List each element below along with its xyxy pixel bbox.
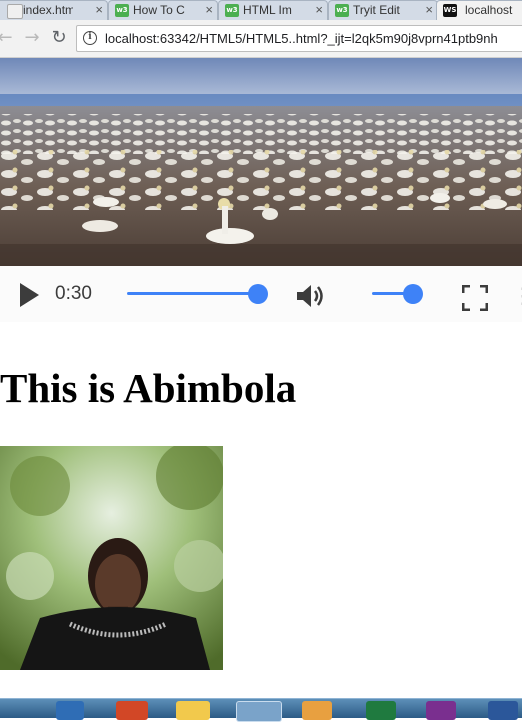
current-time: 0:30 [55,283,92,304]
volume-icon[interactable] [295,283,329,309]
close-icon[interactable]: × [425,2,433,18]
back-icon[interactable]: ← [0,27,16,49]
app-icon[interactable] [302,701,332,720]
webstorm-icon: WS [443,4,457,17]
w3schools-icon: w3 [115,4,129,17]
tab-label: Tryit Edit [353,3,400,17]
taskbar [0,698,522,722]
ie-icon[interactable] [56,701,84,720]
reload-icon[interactable]: ↻ [48,27,70,49]
seek-thumb[interactable] [247,284,268,304]
w3schools-icon: w3 [225,4,239,17]
chrome-icon[interactable] [236,701,282,722]
tab-strip: index.htm × w3 How To C × w3 HTML Im × w… [0,0,522,20]
close-icon[interactable]: × [95,2,103,18]
more-options-icon[interactable]: ⋮ [512,283,522,309]
close-icon[interactable]: × [205,2,213,18]
volume-thumb[interactable] [402,284,423,304]
tab-label: index.htm [23,3,73,17]
file-explorer-icon[interactable] [176,701,210,720]
seek-bar[interactable] [127,292,258,295]
browser-toolbar: ← → ↻ i localhost:63342/HTML5/HTML5..htm… [0,20,522,58]
video-frame[interactable] [0,58,522,266]
tab-how-to[interactable]: w3 How To C × [108,0,218,20]
play-icon[interactable] [20,283,39,307]
tab-localhost[interactable]: WS localhost [436,0,522,20]
tab-html-images[interactable]: w3 HTML Im × [218,0,328,20]
address-bar[interactable]: i localhost:63342/HTML5/HTML5..html?_ijt… [76,25,522,52]
tab-label: HTML Im [243,3,292,17]
forward-icon[interactable]: → [21,27,43,49]
w3schools-icon: w3 [335,4,349,17]
tab-index[interactable]: index.htm × [0,0,108,20]
tab-label: localhost [465,3,513,17]
tab-label: How To C [133,3,185,17]
word-icon[interactable] [488,701,518,720]
info-icon[interactable]: i [83,31,97,45]
close-icon[interactable]: × [315,2,323,18]
fullscreen-icon[interactable] [462,285,488,311]
profile-photo [0,446,223,670]
url-text[interactable]: localhost:63342/HTML5/HTML5..html?_ijt=l… [105,31,498,46]
excel-icon[interactable] [366,701,396,720]
page-icon [7,4,23,19]
onenote-icon[interactable] [426,701,456,720]
powerpoint-icon[interactable] [116,701,148,720]
tab-tryit-editor[interactable]: w3 Tryit Edit × [328,0,438,20]
video-controls: 0:30 ⋮ [0,266,522,322]
video-player[interactable]: 0:30 ⋮ [0,58,522,322]
page-heading: This is Abimbola [0,365,297,411]
